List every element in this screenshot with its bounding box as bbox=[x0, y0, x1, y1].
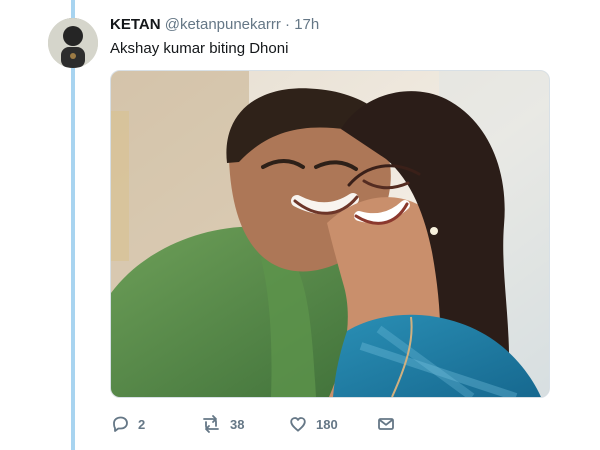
header-separator: · bbox=[285, 16, 291, 33]
tweet-text: Akshay kumar biting Dhoni bbox=[110, 40, 289, 57]
user-avatar[interactable] bbox=[48, 18, 98, 68]
retweet-icon bbox=[203, 415, 219, 433]
like-button[interactable]: 180 bbox=[288, 412, 338, 436]
heart-icon bbox=[290, 417, 306, 432]
display-name[interactable]: KETAN bbox=[110, 16, 161, 33]
tweet-header: KETAN @ketanpunekarrr · 17h bbox=[110, 16, 319, 33]
like-count: 180 bbox=[316, 416, 338, 432]
reply-button[interactable]: 2 bbox=[110, 412, 145, 436]
envelope-icon bbox=[378, 418, 394, 430]
reply-icon bbox=[113, 416, 128, 432]
retweet-count: 38 bbox=[230, 416, 245, 432]
user-handle[interactable]: @ketanpunekarrr bbox=[165, 16, 281, 33]
tweet-card: KETAN @ketanpunekarrr · 17h Akshay kumar… bbox=[0, 0, 600, 450]
retweet-button[interactable]: 38 bbox=[200, 412, 244, 436]
tweet-actions: 2 38 180 bbox=[110, 412, 410, 436]
tweet-time[interactable]: 17h bbox=[294, 16, 319, 33]
direct-message-button[interactable] bbox=[376, 412, 396, 436]
reply-count: 2 bbox=[138, 416, 146, 432]
tweet-media-image[interactable] bbox=[110, 70, 550, 398]
